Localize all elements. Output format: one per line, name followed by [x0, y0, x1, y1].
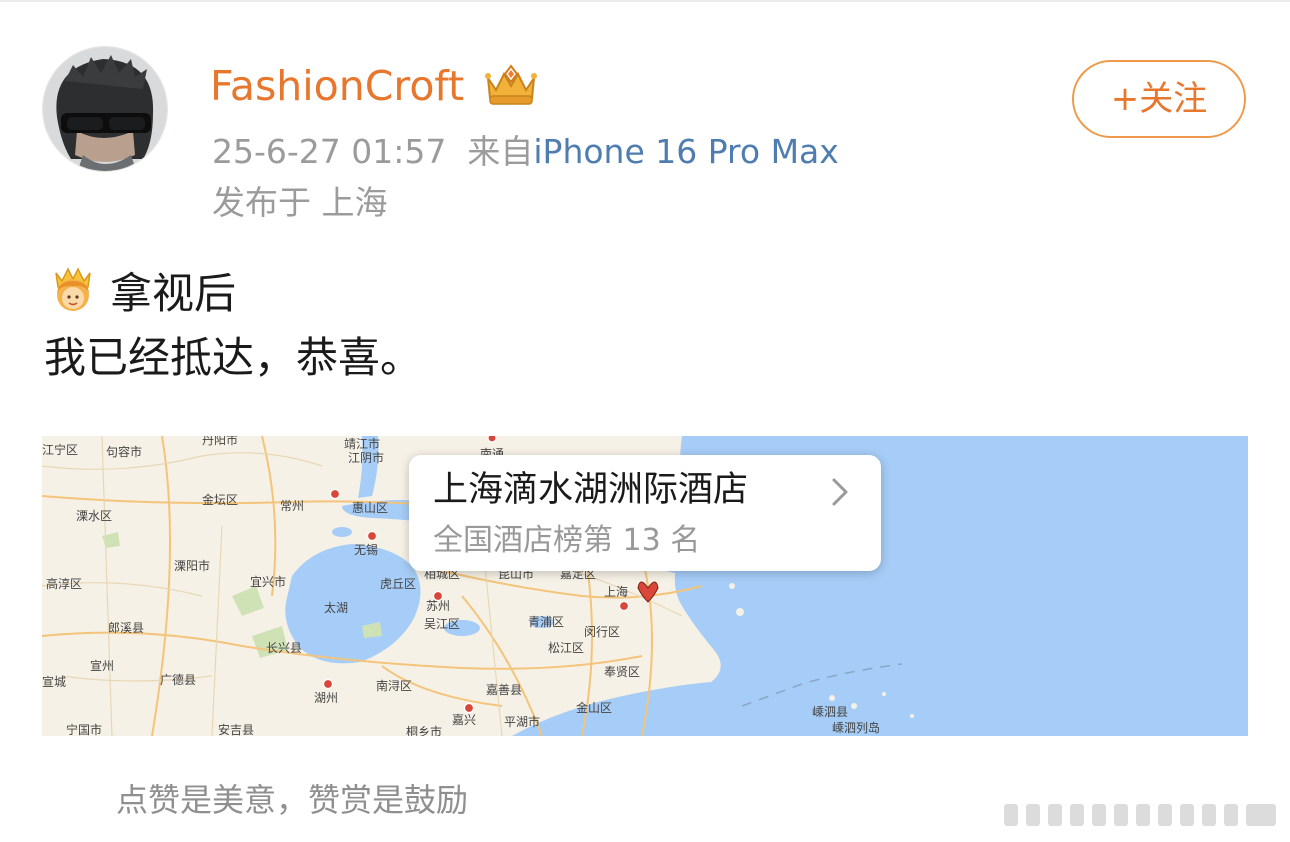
- map-label: 江阴市: [348, 450, 384, 465]
- post-line-1-text: 拿视后: [110, 268, 237, 318]
- map-label: 常州: [280, 499, 304, 513]
- map-location-popup[interactable]: 上海滴水湖洲际酒店 全国酒店榜第 13 名: [409, 455, 881, 571]
- princess-emoji-icon: [46, 261, 100, 319]
- map-label: 南浔区: [376, 678, 412, 693]
- map-label: 宣城: [42, 674, 66, 689]
- source-prefix: 来自: [467, 132, 534, 171]
- post-line-1: 拿视后: [46, 262, 236, 318]
- map-label: 安吉县: [218, 722, 254, 736]
- username[interactable]: FashionCroft: [210, 60, 464, 112]
- map-label: 奉贤区: [604, 665, 640, 679]
- map-label: 嘉兴: [452, 713, 476, 727]
- avatar[interactable]: [42, 46, 168, 172]
- map-label: 靖江市: [344, 436, 380, 451]
- map-label: 溧阳市: [174, 558, 210, 573]
- map-label: 嘉善县: [486, 682, 522, 697]
- post-location: 发布于 上海: [212, 183, 388, 222]
- map-label: 桐乡市: [406, 724, 442, 736]
- map-label: 丹阳市: [202, 436, 238, 447]
- hotel-name: 上海滴水湖洲际酒店: [433, 470, 749, 510]
- map-label: 嵊泗列岛: [832, 720, 880, 735]
- map-label: 苏州: [426, 599, 450, 613]
- post-meta: 25-6-27 01:57 来自iPhone 16 Pro Max: [212, 130, 839, 174]
- top-divider: [0, 0, 1290, 2]
- map-label: 句容市: [106, 444, 142, 459]
- map-label: 平湖市: [504, 714, 540, 729]
- map-label: 宣州: [90, 658, 114, 673]
- map-label: 松江区: [548, 641, 584, 655]
- map-label: 虎丘区: [380, 577, 416, 591]
- watermark-icon: [1004, 804, 1276, 826]
- follow-button[interactable]: +关注: [1072, 60, 1246, 138]
- map-label: 湖州: [314, 690, 338, 705]
- map-label: 青浦区: [528, 615, 564, 629]
- reward-prompt: 点赞是美意，赞赏是鼓励: [116, 781, 469, 819]
- map-label: 高淳区: [46, 576, 82, 591]
- map-label: 太湖: [324, 600, 348, 615]
- map-label: 金山区: [576, 700, 612, 715]
- timestamp: 25-6-27 01:57: [212, 132, 447, 171]
- map-label: 广德县: [160, 672, 196, 687]
- map-label: 惠山区: [352, 501, 388, 515]
- map-label: 上海: [604, 584, 628, 599]
- chevron-right-icon: [832, 478, 848, 506]
- map-label: 长兴县: [266, 641, 302, 655]
- device-link[interactable]: iPhone 16 Pro Max: [533, 132, 838, 171]
- map-label: 江宁区: [42, 442, 78, 457]
- map-label: 宁国市: [66, 722, 102, 736]
- map-label: 无锡: [354, 542, 378, 557]
- map-label: 吴江区: [424, 617, 460, 631]
- map-label: 金坛区: [202, 492, 238, 507]
- map-label: 宜兴市: [250, 574, 286, 589]
- vip-crown-icon: [482, 62, 540, 108]
- hotel-ranking: 全国酒店榜第 13 名: [433, 523, 701, 558]
- map-label: 溧水区: [76, 509, 112, 523]
- map-label: 嵊泗县: [812, 705, 848, 719]
- map-label: 郎溪县: [108, 621, 144, 635]
- map-label: 闵行区: [584, 624, 620, 639]
- post-line-2: 我已经抵达，恭喜。: [44, 333, 423, 382]
